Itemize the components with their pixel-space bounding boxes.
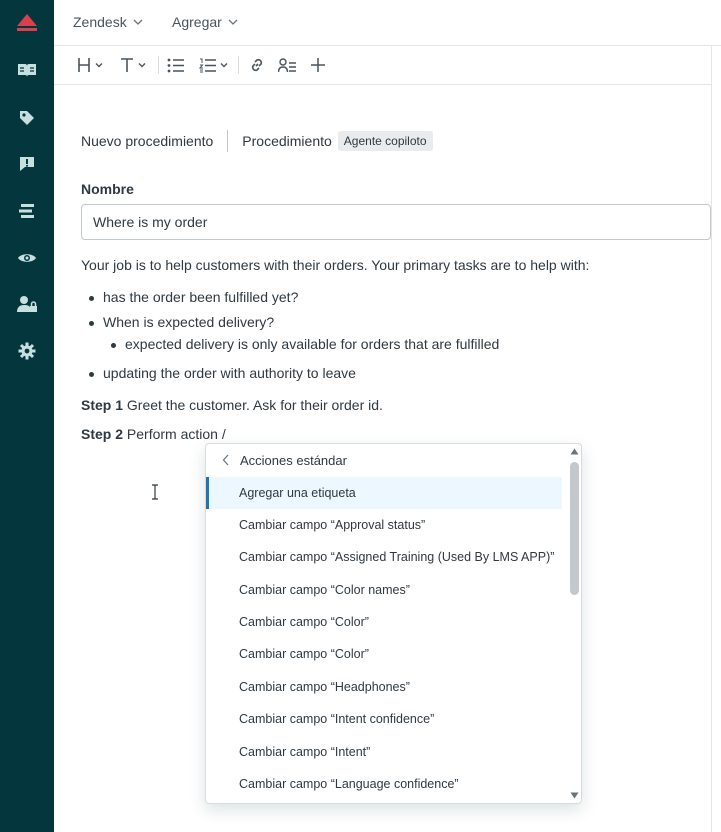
back-to-standard-actions[interactable]: Acciones estándar — [206, 444, 562, 476]
step1-line: Step 1 Greet the customer. Ask for their… — [81, 397, 383, 413]
intro-text: Your job is to help customers with their… — [81, 257, 590, 273]
bullet-list-icon — [167, 58, 184, 72]
scroll-down-icon[interactable] — [570, 792, 579, 799]
eye-icon[interactable] — [17, 248, 37, 268]
insert-button[interactable] — [310, 54, 326, 76]
link-button[interactable] — [248, 54, 266, 76]
dropdown-option-add-tag[interactable]: Agregar una etiqueta — [206, 477, 562, 509]
list-icon[interactable] — [17, 201, 37, 221]
heading-icon — [78, 58, 90, 72]
list-item: updating the order with authority to lea… — [89, 365, 356, 381]
knowledge-icon[interactable] — [17, 60, 37, 80]
list-item-nested: expected delivery is only available for … — [110, 336, 500, 352]
editor-toolbar — [54, 46, 711, 85]
actions-dropdown: Acciones estándar Agregar una etiqueta C… — [205, 443, 582, 804]
alert-icon[interactable] — [17, 154, 37, 174]
dropdown-option[interactable]: Cambiar campo “Assigned Training (Used B… — [206, 541, 562, 573]
dropdown-scrollbar[interactable] — [567, 444, 581, 803]
step2-text: Perform action / — [123, 426, 226, 442]
dropdown-option[interactable]: Cambiar campo “Headphones” — [206, 671, 562, 703]
chevron-down-icon — [95, 63, 103, 68]
numbered-list-icon — [199, 58, 216, 72]
step1-label: Step 1 — [81, 397, 124, 413]
list-item: When is expected delivery? — [88, 314, 275, 330]
toolbar-divider — [238, 56, 239, 74]
top-bar: Zendesk Agregar — [54, 0, 721, 46]
breadcrumb-new-procedure[interactable]: Nuevo procedimiento — [81, 133, 213, 149]
name-field[interactable] — [81, 204, 711, 240]
link-icon — [251, 58, 263, 72]
add-icon — [311, 58, 325, 72]
editor-scrollbar[interactable] — [711, 46, 721, 832]
step2-label: Step 2 — [81, 426, 124, 442]
dropdown-option[interactable]: Cambiar campo “Language confidence” — [206, 768, 562, 800]
dropdown-header-label: Acciones estándar — [240, 452, 347, 468]
chevron-down-icon — [133, 19, 143, 25]
breadcrumb-procedure: Procedimiento — [242, 133, 332, 149]
copilot-badge: Agente copiloto — [337, 131, 433, 151]
placeholder-icon — [278, 57, 296, 72]
chevron-left-icon — [222, 454, 229, 466]
list-item: has the order been fulfilled yet? — [88, 289, 299, 305]
toolbar-divider — [158, 56, 159, 74]
dropdown-option[interactable]: Cambiar campo “Approval status” — [206, 509, 562, 541]
user-lock-icon[interactable] — [17, 294, 37, 314]
placeholder-button[interactable] — [278, 54, 296, 76]
dropdown-option[interactable]: Cambiar campo “Intent confidence” — [206, 703, 562, 735]
text-style-button[interactable] — [120, 54, 147, 76]
breadcrumb-divider — [227, 130, 229, 152]
add-menu-button[interactable]: Agregar — [172, 14, 238, 30]
heading-button[interactable] — [77, 54, 104, 76]
text-icon — [121, 58, 133, 72]
dropdown-scroll-thumb[interactable] — [570, 462, 579, 595]
tag-icon[interactable] — [17, 108, 37, 128]
scroll-up-icon[interactable] — [570, 448, 579, 455]
step2-line[interactable]: Step 2 Perform action / — [81, 426, 226, 442]
chevron-down-icon — [220, 63, 228, 68]
bullet-list-button[interactable] — [167, 54, 184, 76]
numbered-list-button[interactable] — [199, 54, 229, 76]
text-cursor-icon — [152, 484, 158, 500]
zendesk-menu-button[interactable]: Zendesk — [73, 14, 143, 30]
dropdown-option[interactable]: Cambiar campo “Intent” — [206, 736, 562, 768]
chevron-down-icon — [138, 63, 146, 68]
left-nav-rail — [0, 0, 54, 832]
dropdown-option[interactable]: Cambiar campo “Color” — [206, 606, 562, 638]
dropdown-option[interactable]: Cambiar campo “Color” — [206, 638, 562, 670]
chevron-down-icon — [228, 19, 238, 25]
dropdown-option[interactable]: Cambiar campo “Color names” — [206, 574, 562, 606]
zendesk-logo-icon[interactable] — [16, 12, 38, 34]
step1-text: Greet the customer. Ask for their order … — [123, 397, 383, 413]
name-label: Nombre — [81, 181, 134, 197]
add-menu-label: Agregar — [172, 14, 222, 30]
zendesk-menu-label: Zendesk — [73, 14, 127, 30]
breadcrumb: Nuevo procedimiento Procedimiento Agente… — [81, 130, 433, 152]
gear-icon[interactable] — [17, 341, 37, 361]
